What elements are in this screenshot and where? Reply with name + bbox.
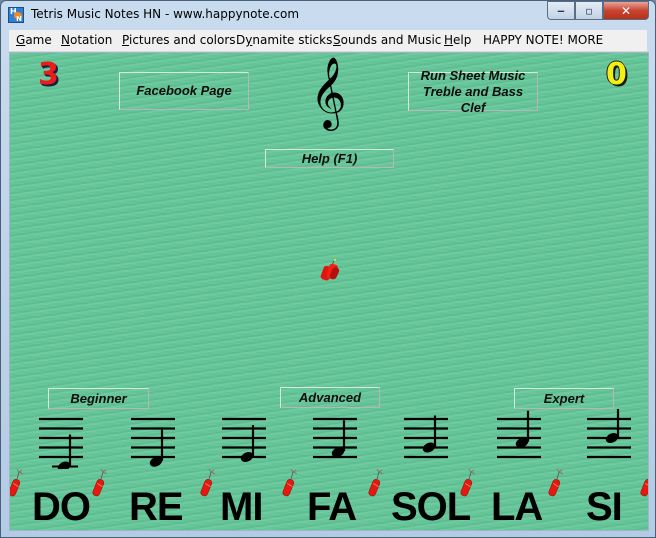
note-staff-re bbox=[131, 417, 175, 467]
run-sheet-music-line2: Treble and Bass Clef bbox=[422, 83, 524, 115]
treble-clef-icon: 𝄞 bbox=[310, 55, 347, 128]
note-name-sol: SOL bbox=[391, 485, 471, 529]
menu-notation[interactable]: Notation bbox=[61, 33, 112, 47]
dynamite-stick-icon bbox=[460, 469, 476, 497]
menu-sounds-and-music[interactable]: Sounds and Music bbox=[333, 33, 441, 47]
dynamite-stick-icon bbox=[200, 469, 216, 497]
dynamite-stick-icon bbox=[640, 479, 648, 497]
app-icon[interactable]: HN bbox=[8, 7, 24, 23]
note-staff-si bbox=[587, 409, 631, 459]
note-name-fa: FA bbox=[307, 485, 357, 529]
note-staff-mi bbox=[222, 417, 266, 462]
minimize-icon: ‒ bbox=[557, 4, 565, 17]
help-button[interactable]: Help (F1) bbox=[265, 149, 394, 168]
run-sheet-music-button[interactable]: Run Sheet Music Treble and Bass Clef bbox=[408, 68, 538, 115]
note-name-re: RE bbox=[129, 485, 184, 529]
dynamite-stick-icon bbox=[92, 469, 108, 497]
window-title: Tetris Music Notes HN - www.happynote.co… bbox=[31, 7, 300, 21]
note-staff-la bbox=[497, 410, 541, 459]
note-staff-sol bbox=[404, 415, 448, 459]
note-staff-do bbox=[39, 417, 83, 469]
game-board[interactable]: 3 0 Facebook Page 𝄞 Run Sheet Music Treb… bbox=[9, 52, 649, 531]
title-bar[interactable]: HN Tetris Music Notes HN - www.happynote… bbox=[1, 1, 655, 30]
close-button[interactable]: ✕ bbox=[603, 1, 649, 20]
menu-bar: Game Notation Pictures and colors Dynami… bbox=[9, 30, 647, 52]
menu-dynamite-sticks[interactable]: Dynamite sticks bbox=[236, 33, 332, 47]
dynamite-stick-icon bbox=[548, 469, 564, 497]
app-window: HN Tetris Music Notes HN - www.happynote… bbox=[0, 0, 656, 538]
maximize-icon: ▫ bbox=[585, 4, 593, 17]
minimize-button[interactable]: ‒ bbox=[547, 1, 575, 20]
dynamite-stick-icon bbox=[282, 469, 298, 497]
dynamite-stick-icon bbox=[368, 469, 384, 497]
menu-pictures-and-colors[interactable]: Pictures and colors bbox=[122, 33, 236, 47]
score-left: 3 bbox=[38, 57, 59, 92]
note-name-la: LA bbox=[491, 485, 543, 529]
beginner-button[interactable]: Beginner bbox=[48, 388, 149, 409]
menu-happy-note-more[interactable]: HAPPY NOTE! MORE bbox=[483, 33, 603, 47]
run-sheet-music-line1: Run Sheet Music bbox=[420, 67, 526, 83]
note-name-do: DO bbox=[32, 485, 91, 529]
note-name-si: SI bbox=[586, 485, 623, 529]
facebook-page-button[interactable]: Facebook Page bbox=[119, 72, 249, 110]
maximize-button[interactable]: ▫ bbox=[575, 1, 603, 20]
dynamite-bundle-icon bbox=[320, 258, 340, 281]
advanced-button[interactable]: Advanced bbox=[280, 387, 380, 408]
close-icon: ✕ bbox=[620, 3, 632, 18]
menu-game[interactable]: Game bbox=[16, 33, 52, 47]
note-staff-fa bbox=[313, 417, 357, 459]
score-right: 0 bbox=[606, 57, 627, 92]
menu-help[interactable]: Help bbox=[444, 33, 471, 47]
dynamite-stick-icon bbox=[10, 469, 24, 497]
note-name-mi: MI bbox=[220, 485, 263, 529]
expert-button[interactable]: Expert bbox=[514, 388, 614, 409]
